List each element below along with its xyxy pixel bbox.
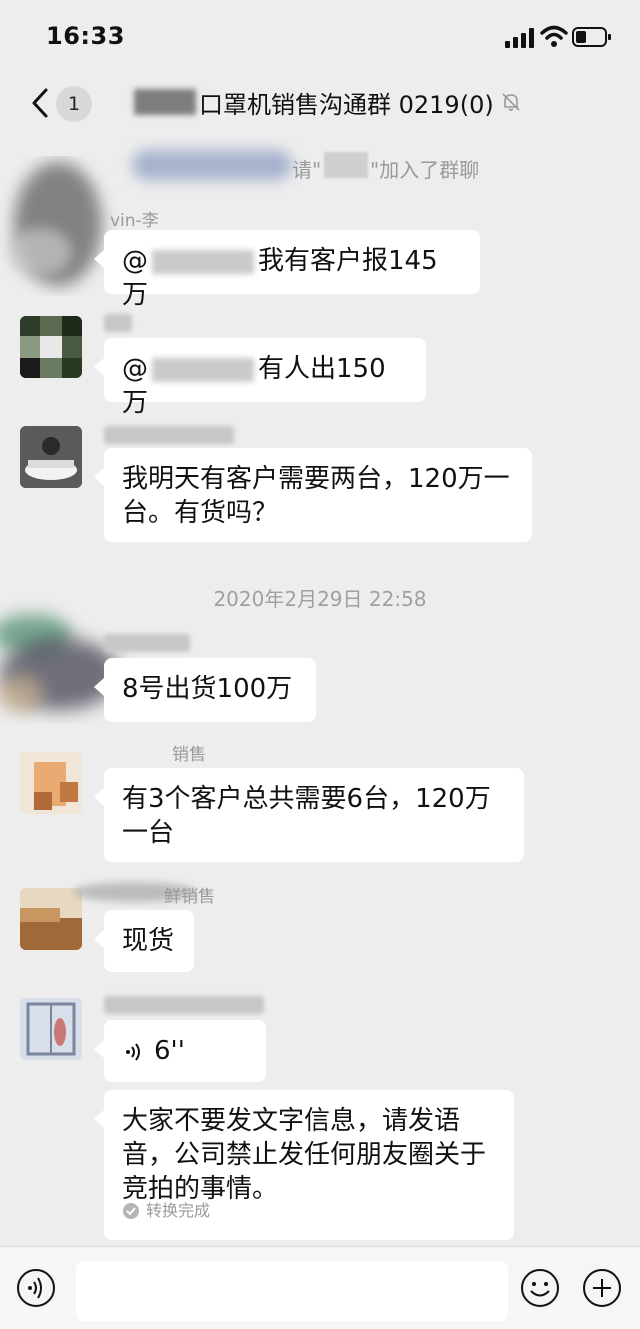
redacted-inviter <box>132 150 292 180</box>
transcript-text: 大家不要发文字信息，请发语音，公司禁止发任何朋友圈关于竞拍的事情。 <box>122 1106 487 1204</box>
message-input[interactable] <box>76 1261 508 1321</box>
message-bubble[interactable]: @ 我有客户报145万 <box>94 230 480 310</box>
redacted-mention <box>152 249 254 274</box>
sender-name-text: vin-李 <box>110 211 159 231</box>
battery-icon <box>572 27 611 47</box>
avatar[interactable] <box>20 888 82 950</box>
redacted-sender <box>104 634 190 652</box>
transcript-status-text: 转换完成 <box>146 1201 211 1220</box>
message-bubble[interactable]: 我明天有客户需要两台，120万一台。有货吗？ <box>94 448 532 542</box>
system-notice: 请" "加入了群聊 <box>0 146 640 182</box>
wifi-icon <box>540 25 568 47</box>
sender-name: 鲜销售 <box>164 882 215 907</box>
status-bar: 16:33 <box>0 0 640 70</box>
avatar[interactable] <box>20 426 82 488</box>
emoji-icon[interactable] <box>520 1268 560 1308</box>
message-text: 现货 <box>122 926 175 956</box>
message-bubble[interactable]: 有3个客户总共需要6台，120万一台 <box>94 768 524 862</box>
system-notice-text-b: "加入了群聊 <box>370 158 480 182</box>
timestamp: 2020年2月29日 22:58 <box>213 587 427 611</box>
plus-icon[interactable] <box>582 1268 622 1308</box>
avatar[interactable] <box>20 998 82 1060</box>
redacted-invitee <box>324 152 368 178</box>
sender-name-text: 鲜销售 <box>164 887 215 907</box>
voice-transcript[interactable]: 大家不要发文字信息，请发语音，公司禁止发任何朋友圈关于竞拍的事情。 转换完成 <box>94 1090 514 1240</box>
redacted-sender <box>104 314 132 332</box>
voice-wave-icon <box>126 1042 140 1061</box>
message-bubble[interactable]: 8号出货100万 <box>94 658 316 722</box>
message-bubble[interactable]: 现货 <box>94 910 194 972</box>
input-bar <box>0 1246 640 1329</box>
sender-name-text: 销售 <box>172 745 206 765</box>
signal-icon <box>505 28 534 48</box>
system-notice-text-a: 请" <box>292 158 322 182</box>
transcript-status: 转换完成 <box>122 1194 210 1228</box>
unread-badge[interactable]: 1 <box>56 86 92 122</box>
sender-name: 销售 <box>172 740 206 765</box>
check-circle-icon <box>123 1203 139 1219</box>
message-list[interactable]: 请" "加入了群聊 vin-李 @ 我有客户报145万 @ 有人出150万 我明天有… <box>0 136 640 1246</box>
mention-at: @ <box>122 354 148 384</box>
redacted-title-prefix <box>134 89 196 115</box>
chevron-left-icon[interactable] <box>26 86 56 120</box>
redacted-sender <box>104 996 264 1014</box>
message-text: 我明天有客户需要两台，120万一台。有货吗？ <box>122 464 510 528</box>
mention-at: @ <box>122 246 148 276</box>
redacted-mention <box>152 357 254 382</box>
voice-icon[interactable] <box>16 1268 56 1308</box>
voice-duration: 6'' <box>154 1036 185 1066</box>
message-text: 有3个客户总共需要6台，120万一台 <box>122 784 491 848</box>
bell-off-icon <box>502 93 520 111</box>
chat-title-area[interactable]: 口罩机销售沟通群 0219(0) <box>134 84 522 120</box>
avatar[interactable] <box>20 316 82 378</box>
nav-bar: 1 口罩机销售沟通群 0219(0) <box>0 70 640 136</box>
chat-title: 口罩机销售沟通群 0219(0) <box>199 90 494 119</box>
sender-name: vin-李 <box>110 206 159 231</box>
avatar[interactable] <box>20 752 82 814</box>
message-text: 8号出货100万 <box>122 674 293 704</box>
voice-message-bubble[interactable]: 6'' <box>94 1020 266 1082</box>
status-time: 16:33 <box>46 22 125 50</box>
message-bubble[interactable]: @ 有人出150万 <box>94 338 426 418</box>
redacted-sender <box>104 426 234 444</box>
